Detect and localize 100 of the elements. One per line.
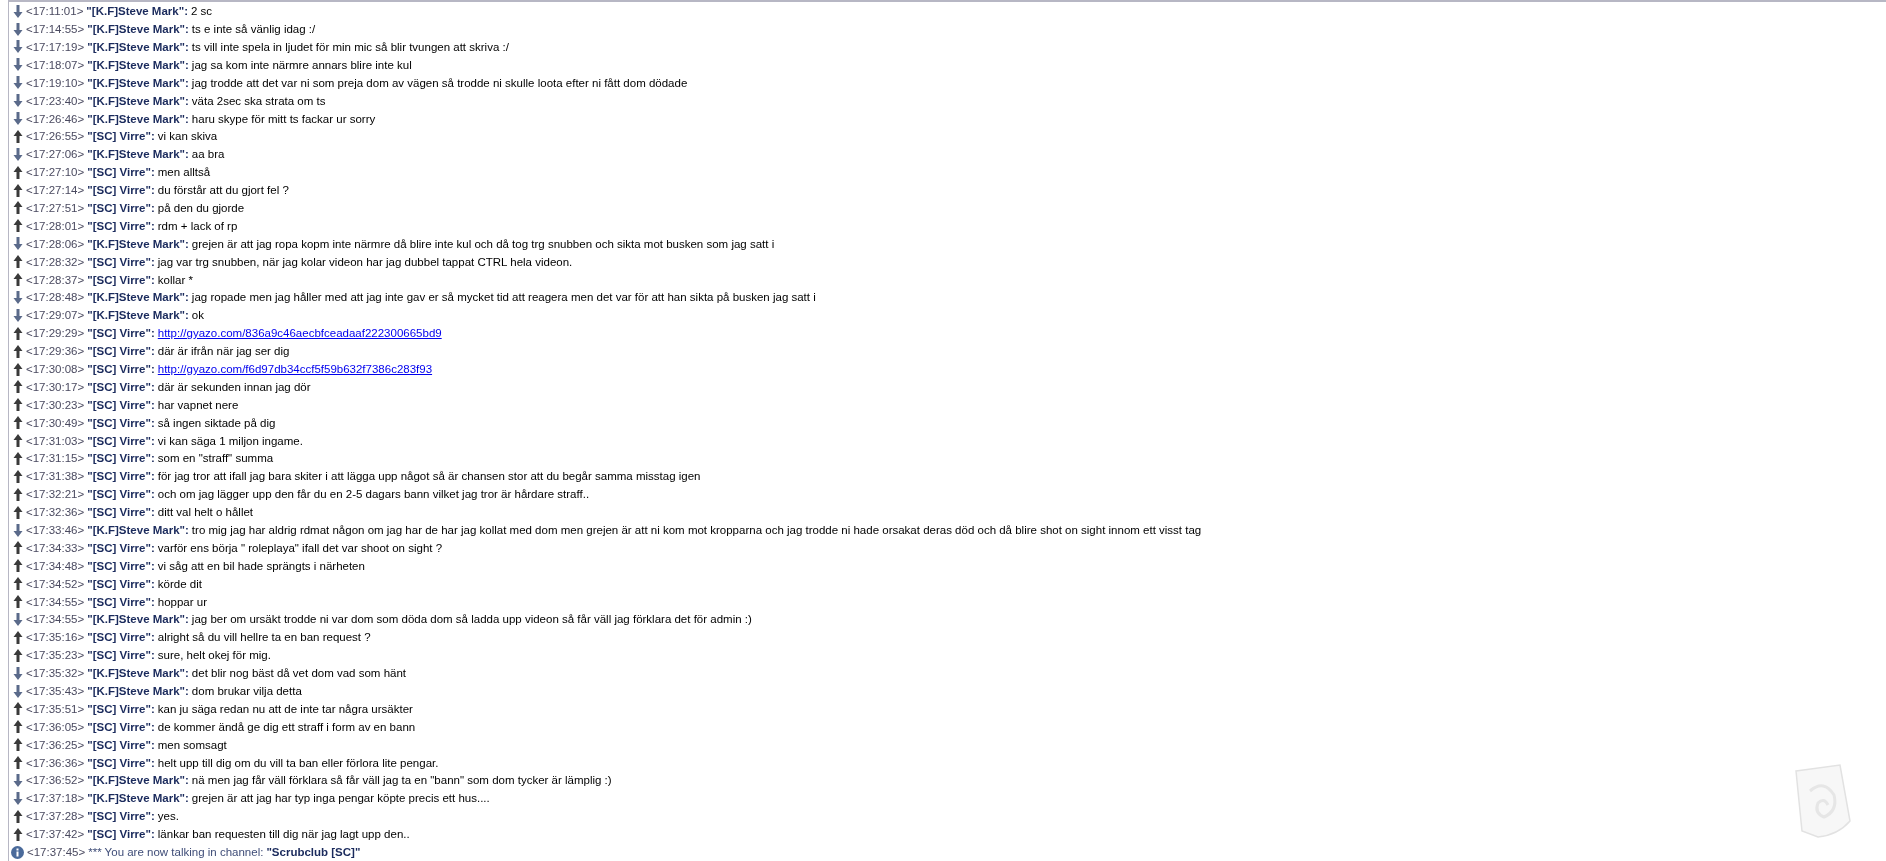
timestamp: <17:36:36> xyxy=(26,756,85,769)
down-arrow-icon xyxy=(13,4,23,18)
message-text: ts vill inte spela in ljudet för min mic så blir tvungen att skriva :/ xyxy=(191,40,509,53)
sender-name: "[K.F]Steve Mark": xyxy=(87,667,189,680)
down-arrow-icon xyxy=(13,237,23,251)
sender-name: "[SC] Virre": xyxy=(87,219,155,232)
message-text: sure, helt okej för mig. xyxy=(157,649,271,662)
up-arrow-icon xyxy=(13,756,23,770)
timestamp: <17:35:51> xyxy=(26,702,85,715)
up-arrow-icon xyxy=(13,827,23,841)
message-text: jag var trg snubben, när jag kolar videon har jag dubbel tappat CTRL hela videon. xyxy=(157,255,573,268)
message-text: kollar * xyxy=(157,273,193,286)
down-arrow-icon xyxy=(13,666,23,680)
sender-name: "[SC] Virre": xyxy=(87,130,155,143)
up-arrow-icon xyxy=(13,702,23,716)
timestamp: <17:28:06> xyxy=(26,237,85,250)
sender-name: "[SC] Virre": xyxy=(87,273,155,286)
message-text: hoppar ur xyxy=(157,595,207,608)
timestamp: <17:29:07> xyxy=(26,309,85,322)
message-text: aa bra xyxy=(191,148,225,161)
sender-name: "[K.F]Steve Mark": xyxy=(87,40,189,53)
up-arrow-icon xyxy=(13,344,23,358)
timestamp: <17:35:23> xyxy=(26,649,85,662)
up-arrow-icon xyxy=(13,416,23,430)
timestamp: <17:19:10> xyxy=(26,76,85,89)
up-arrow-icon xyxy=(13,326,23,340)
up-arrow-icon xyxy=(13,380,23,394)
sender-name: "[SC] Virre": xyxy=(87,720,155,733)
timestamp: <17:11:01> xyxy=(26,5,84,18)
timestamp: <17:31:03> xyxy=(26,434,85,447)
sender-name: "[SC] Virre": xyxy=(87,631,155,644)
message-text: ts e inte så vänlig idag :/ xyxy=(191,23,316,36)
message-text: ok xyxy=(191,309,204,322)
timestamp: <17:36:25> xyxy=(26,738,85,751)
timestamp: <17:34:55> xyxy=(26,613,85,626)
sender-name: "[SC] Virre": xyxy=(87,202,155,214)
up-arrow-icon xyxy=(13,255,23,269)
down-arrow-icon xyxy=(13,40,23,54)
message-text: vi kan säga 1 miljon ingame. xyxy=(157,434,303,447)
sender-name: "[SC] Virre": xyxy=(87,702,155,715)
up-arrow-icon xyxy=(13,398,23,412)
timestamp: <17:27:10> xyxy=(26,166,85,179)
timestamp: <17:37:28> xyxy=(26,810,85,823)
sender-name: "[SC] Virre": xyxy=(87,166,155,179)
timestamp: <17:17:19> xyxy=(26,40,85,53)
sender-name: "[SC] Virre": xyxy=(87,506,155,519)
timestamp: <17:28:01> xyxy=(26,219,85,232)
timestamp: <17:30:17> xyxy=(26,380,85,393)
message-text: länkar ban requesten till dig när jag lagt upp den.. xyxy=(157,828,410,841)
message-link[interactable]: http://gyazo.com/f6d97db34ccf5f59b632f7386c283f93 xyxy=(157,363,433,375)
sender-name: "[K.F]Steve Mark": xyxy=(87,524,189,536)
sender-name: "[SC] Virre": xyxy=(87,488,155,501)
timestamp: <17:35:16> xyxy=(26,631,85,644)
sender-name: "[K.F]Steve Mark": xyxy=(87,774,189,787)
timestamp: <17:26:55> xyxy=(26,130,85,143)
timestamp: <17:34:55> xyxy=(26,595,85,608)
sender-name: "[SC] Virre": xyxy=(87,470,155,483)
sender-name: "[SC] Virre": xyxy=(87,184,155,197)
message-text: alright så du vill hellre ta en ban request ? xyxy=(157,631,371,644)
down-arrow-icon xyxy=(13,774,23,787)
channel-name: "Scrubclub [SC]" xyxy=(266,846,361,859)
message-text: vi kan skiva xyxy=(157,130,218,143)
up-arrow-icon xyxy=(13,165,23,179)
up-arrow-icon xyxy=(13,487,23,501)
down-arrow-icon xyxy=(13,308,23,322)
timestamp: <17:33:46> xyxy=(26,524,85,536)
sender-name: "[SC] Virre": xyxy=(87,810,155,823)
sender-name: "[SC] Virre": xyxy=(87,828,155,841)
sender-name: "[K.F]Steve Mark": xyxy=(87,613,189,626)
timestamp: <17:31:15> xyxy=(26,452,85,465)
sender-name: "[SC] Virre": xyxy=(87,756,155,769)
timestamp: <17:30:23> xyxy=(26,398,85,411)
message-text: varför ens börja " roleplaya" ifall det var shoot on sight ? xyxy=(157,541,443,554)
up-arrow-icon xyxy=(13,809,23,823)
up-arrow-icon xyxy=(13,541,23,555)
up-arrow-icon xyxy=(13,630,23,644)
sender-name: "[K.F]Steve Mark": xyxy=(87,309,189,322)
message-text: och om jag lägger upp den får du en 2-5 dagars bann vilket jag tror är hårdare straff.. xyxy=(157,488,590,501)
message-text: rdm + lack of rp xyxy=(157,219,238,232)
message-text: haru skype för mitt ts fackar ur sorry xyxy=(191,112,376,125)
message-link[interactable]: http://gyazo.com/836a9c46aecbfceadaaf222300665bd9 xyxy=(157,327,442,340)
message-text: vi såg att en bil hade sprängts i närheten xyxy=(157,559,365,572)
timestamp: <17:36:52> xyxy=(26,774,85,787)
down-arrow-icon xyxy=(13,58,23,72)
sender-name: "[K.F]Steve Mark": xyxy=(87,112,189,125)
timestamp: <17:14:55> xyxy=(26,23,85,36)
timestamp: <17:35:43> xyxy=(26,685,85,698)
message-text: du förstår att du gjort fel ? xyxy=(157,184,289,197)
message-text: där är ifrån när jag ser dig xyxy=(157,345,290,358)
timestamp: <17:34:52> xyxy=(26,577,85,590)
up-arrow-icon xyxy=(13,577,23,591)
timestamp: <17:23:40> xyxy=(26,94,85,107)
timestamp: <17:31:38> xyxy=(26,470,85,483)
up-arrow-icon xyxy=(13,362,23,376)
timestamp: <17:32:21> xyxy=(26,488,85,501)
message-text: tro mig jag har aldrig rdmat någon om jag har de har jag kollat med dom men grejen är att ni kom mot kropparna och jag trodde ni hade orsakat deras död och då blire shot on sight innom ett visst tag xyxy=(191,524,1202,536)
timestamp: <17:30:08> xyxy=(26,363,85,375)
down-arrow-icon xyxy=(13,94,23,108)
up-arrow-icon xyxy=(13,559,23,573)
sender-name: "[SC] Virre": xyxy=(87,595,155,608)
